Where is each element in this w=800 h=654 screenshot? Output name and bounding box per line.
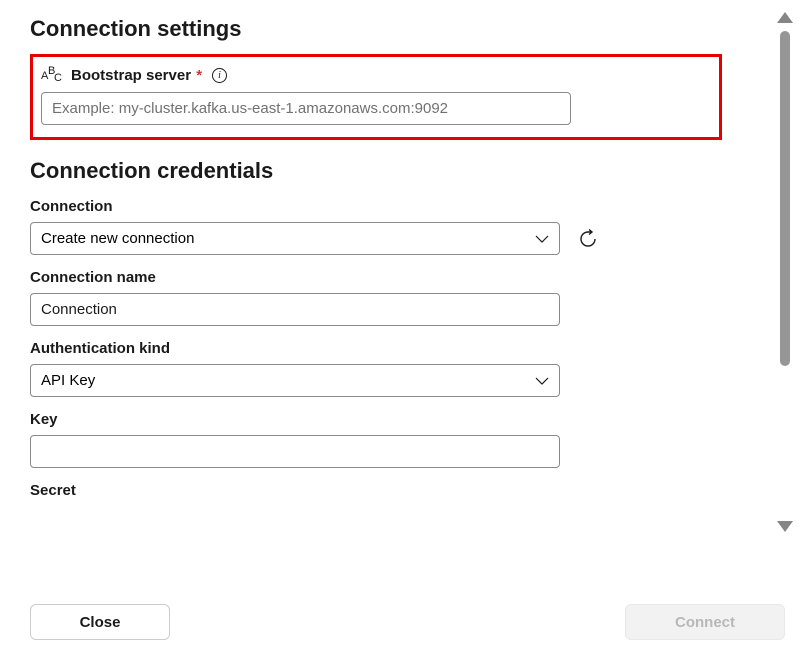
bootstrap-server-input[interactable] <box>41 92 571 125</box>
close-button[interactable]: Close <box>30 604 170 640</box>
auth-kind-label: Authentication kind <box>30 340 722 357</box>
footer: Close Connect <box>30 586 785 640</box>
scrollbar[interactable] <box>778 12 792 532</box>
secret-label: Secret <box>30 482 722 499</box>
connection-select[interactable]: Create new connection <box>30 222 560 255</box>
key-input[interactable] <box>30 435 560 468</box>
abc-icon: ABC <box>41 68 63 84</box>
chevron-down-icon <box>535 377 549 385</box>
auth-kind-select[interactable]: API Key <box>30 364 560 397</box>
connection-select-value: Create new connection <box>41 230 194 247</box>
connection-name-label: Connection name <box>30 269 722 286</box>
connection-label: Connection <box>30 198 722 215</box>
refresh-icon[interactable] <box>578 229 598 249</box>
scroll-down-icon[interactable] <box>777 521 793 532</box>
bootstrap-highlight-box: ABC Bootstrap server * i <box>30 54 722 140</box>
auth-kind-select-value: API Key <box>41 372 95 389</box>
required-asterisk: * <box>192 67 202 84</box>
bootstrap-label-row: ABC Bootstrap server * i <box>41 67 711 84</box>
connect-button[interactable]: Connect <box>625 604 785 640</box>
connection-name-input[interactable] <box>30 293 560 326</box>
chevron-down-icon <box>535 235 549 243</box>
info-icon[interactable]: i <box>212 68 227 83</box>
key-label: Key <box>30 411 722 428</box>
section-title-settings: Connection settings <box>30 16 722 42</box>
scroll-up-icon[interactable] <box>777 12 793 23</box>
bootstrap-server-label: Bootstrap server * <box>71 67 202 84</box>
scroll-thumb[interactable] <box>780 31 790 366</box>
section-title-credentials: Connection credentials <box>30 158 722 184</box>
